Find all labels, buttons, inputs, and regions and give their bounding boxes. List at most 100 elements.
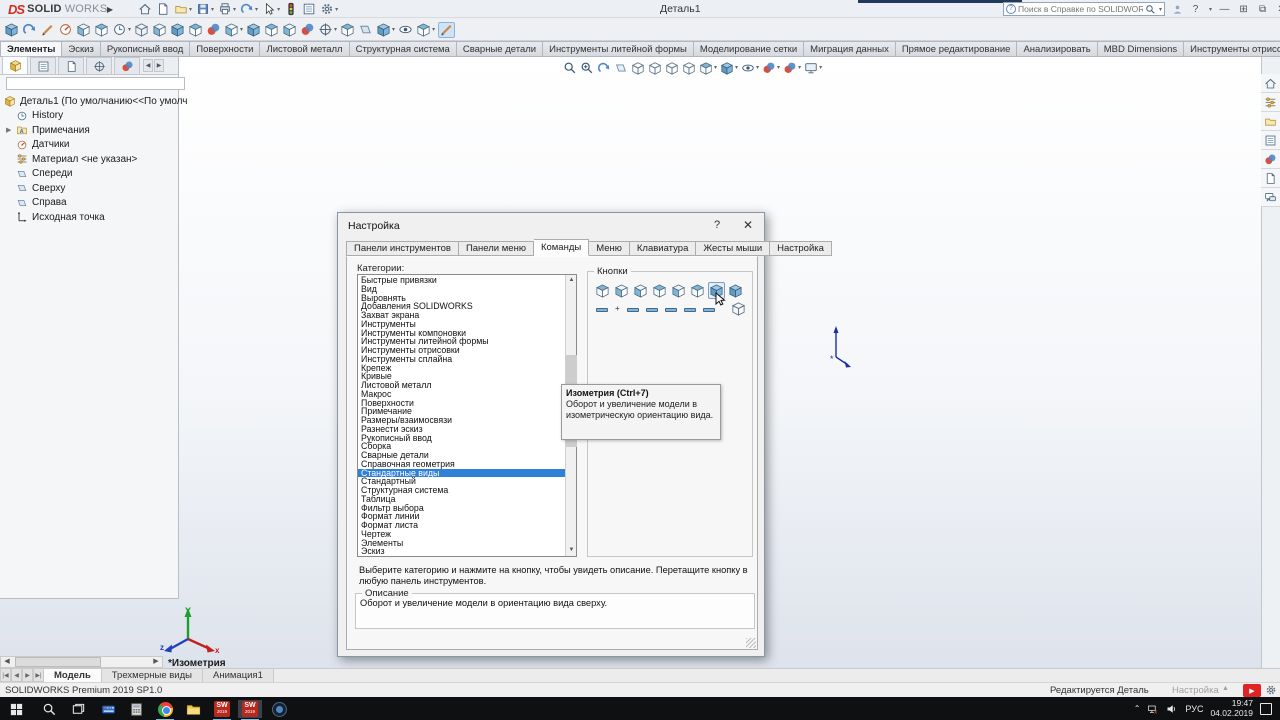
- tree-item-top-plane[interactable]: Сверху: [2, 181, 178, 196]
- hide-show-items-icon[interactable]: ▾: [741, 60, 759, 76]
- section-view-icon[interactable]: [614, 60, 628, 76]
- status-caret-icon[interactable]: ▲: [1222, 685, 1229, 692]
- dropdown-caret[interactable]: ▾: [335, 6, 338, 13]
- apply-scene-icon[interactable]: ▾: [783, 60, 801, 76]
- dropdown-caret[interactable]: ▾: [233, 6, 236, 13]
- last-tab-icon[interactable]: ▶|: [33, 669, 44, 682]
- tab-model[interactable]: Модель: [44, 669, 102, 682]
- view-right-button[interactable]: [651, 282, 668, 299]
- ribbon-tab[interactable]: Эскиз: [62, 41, 100, 57]
- network-status-icon[interactable]: [1147, 703, 1159, 715]
- toolbar-icon[interactable]: [4, 22, 19, 38]
- solidworks-app-icon[interactable]: SW2019: [210, 700, 234, 718]
- file-explorer-icon[interactable]: [181, 700, 205, 718]
- view-button-partial[interactable]: [646, 308, 658, 312]
- view-cube-icon[interactable]: [631, 60, 645, 76]
- tab-configurationmanager[interactable]: [58, 57, 84, 74]
- dialog-tab[interactable]: Меню: [589, 241, 630, 256]
- ribbon-tab[interactable]: Листовой металл: [260, 41, 349, 57]
- dropdown-caret[interactable]: ▾: [255, 6, 258, 13]
- tree-root-part[interactable]: Деталь1 (По умолчанию<<По умолч: [2, 94, 178, 109]
- view-button-partial[interactable]: [684, 308, 696, 312]
- clock[interactable]: 19:47 04.02.2019: [1210, 699, 1253, 718]
- ribbon-tab[interactable]: Анализировать: [1017, 41, 1097, 57]
- tab-featuremanager[interactable]: [2, 56, 28, 74]
- category-item[interactable]: Формат листа: [361, 521, 576, 530]
- toolbar-icon[interactable]: [152, 22, 167, 38]
- ribbon-tab[interactable]: Инструменты отрисовки: [1184, 41, 1280, 57]
- view-buttons-row2[interactable]: +: [596, 304, 715, 312]
- ribbon-tab[interactable]: Миграция данных: [804, 41, 896, 57]
- ribbon-tab[interactable]: Элементы: [0, 41, 62, 57]
- toolbar-icon[interactable]: ▾: [224, 22, 243, 38]
- toolbar-icon[interactable]: ▾: [318, 22, 337, 38]
- dropdown-caret[interactable]: ▾: [392, 26, 395, 33]
- active-sketch-tool-icon[interactable]: [438, 22, 455, 38]
- dropdown-caret[interactable]: ▾: [211, 6, 214, 13]
- category-item[interactable]: Инструменты сплайна: [361, 355, 576, 364]
- custom-properties-icon[interactable]: [1261, 169, 1280, 188]
- dialog-title-bar[interactable]: Настройка ? ✕: [338, 213, 764, 239]
- media-app-icon[interactable]: [96, 700, 120, 718]
- scroll-up-icon[interactable]: ▲: [566, 275, 577, 286]
- screen-recorder-icon[interactable]: [267, 700, 291, 718]
- open-icon[interactable]: ▾: [174, 1, 192, 17]
- category-item[interactable]: Крепеж: [361, 364, 576, 373]
- calculator-icon[interactable]: [124, 700, 148, 718]
- category-item[interactable]: Элементы: [361, 539, 576, 548]
- rebuild-traffic-light-icon[interactable]: [284, 1, 298, 17]
- menu-flyout-arrow-icon[interactable]: ▶: [104, 2, 116, 16]
- tab-dimxpertmanager[interactable]: [86, 57, 112, 74]
- toolbar-icon[interactable]: [188, 22, 203, 38]
- start-button[interactable]: [4, 700, 28, 718]
- options-list-icon[interactable]: [302, 1, 316, 17]
- ribbon-tab[interactable]: Прямое редактирование: [896, 41, 1018, 57]
- close-button[interactable]: ✕: [1275, 4, 1280, 15]
- recorder-overlay-badge[interactable]: ▶: [1243, 684, 1261, 697]
- next-tab-icon[interactable]: ▶: [22, 669, 33, 682]
- file-explorer-icon[interactable]: [1261, 112, 1280, 131]
- tree-filter-input[interactable]: [6, 77, 185, 90]
- help-dropdown-caret[interactable]: ▾: [1209, 6, 1212, 13]
- view-button-partial[interactable]: [627, 308, 639, 312]
- help-search-box[interactable]: ? ▾: [1003, 2, 1165, 16]
- new-document-icon[interactable]: [156, 1, 170, 17]
- category-item[interactable]: Быстрые привязки: [361, 276, 576, 285]
- categories-list[interactable]: Быстрые привязкиВидВыровнятьДобавления S…: [357, 274, 577, 557]
- appearances-icon[interactable]: [1261, 150, 1280, 169]
- toolbar-icon[interactable]: [134, 22, 149, 38]
- resize-grip[interactable]: [746, 638, 756, 648]
- view-front-button[interactable]: [594, 282, 611, 299]
- tab-scroll-right-icon[interactable]: ▶: [154, 59, 164, 72]
- select-cursor-icon[interactable]: ▾: [262, 1, 280, 17]
- home-icon[interactable]: [138, 1, 152, 17]
- dialog-tab[interactable]: Команды: [534, 239, 589, 256]
- tree-item-material[interactable]: Материал <не указан>: [2, 152, 178, 167]
- category-item[interactable]: Рукописный ввод: [361, 434, 576, 443]
- view-back-button[interactable]: [613, 282, 630, 299]
- ribbon-tab[interactable]: Структурная система: [350, 41, 457, 57]
- ribbon-tab[interactable]: Инструменты литейной формы: [543, 41, 694, 57]
- toolbar-icon[interactable]: [282, 22, 297, 38]
- previous-view-icon[interactable]: [597, 60, 611, 76]
- notification-center-icon[interactable]: [1260, 703, 1272, 715]
- tab-scroll-left-icon[interactable]: ◀: [143, 59, 153, 72]
- edit-appearance-icon[interactable]: ▾: [762, 60, 780, 76]
- view-button-partial[interactable]: [596, 308, 608, 312]
- ribbon-tab[interactable]: Поверхности: [190, 41, 260, 57]
- tab-propertymanager[interactable]: [30, 57, 56, 74]
- category-item[interactable]: Эскиз: [361, 547, 576, 556]
- tree-item-front-plane[interactable]: Спереди: [2, 167, 178, 182]
- view-button-partial[interactable]: [665, 308, 677, 312]
- help-button[interactable]: ?: [1189, 4, 1202, 15]
- task-view-icon[interactable]: [66, 700, 90, 718]
- scroll-left-icon[interactable]: ◀: [1, 657, 13, 667]
- view-dimetric-button[interactable]: [731, 300, 748, 317]
- dialog-tab[interactable]: Жесты мыши: [696, 241, 770, 256]
- minimize-button[interactable]: —: [1218, 4, 1231, 15]
- toolbar-icon[interactable]: [300, 22, 315, 38]
- view-settings-icon[interactable]: ▾: [804, 60, 822, 76]
- zoom-fit-icon[interactable]: [563, 60, 577, 76]
- view-bottom-button[interactable]: [689, 282, 706, 299]
- view-top-button[interactable]: [670, 282, 687, 299]
